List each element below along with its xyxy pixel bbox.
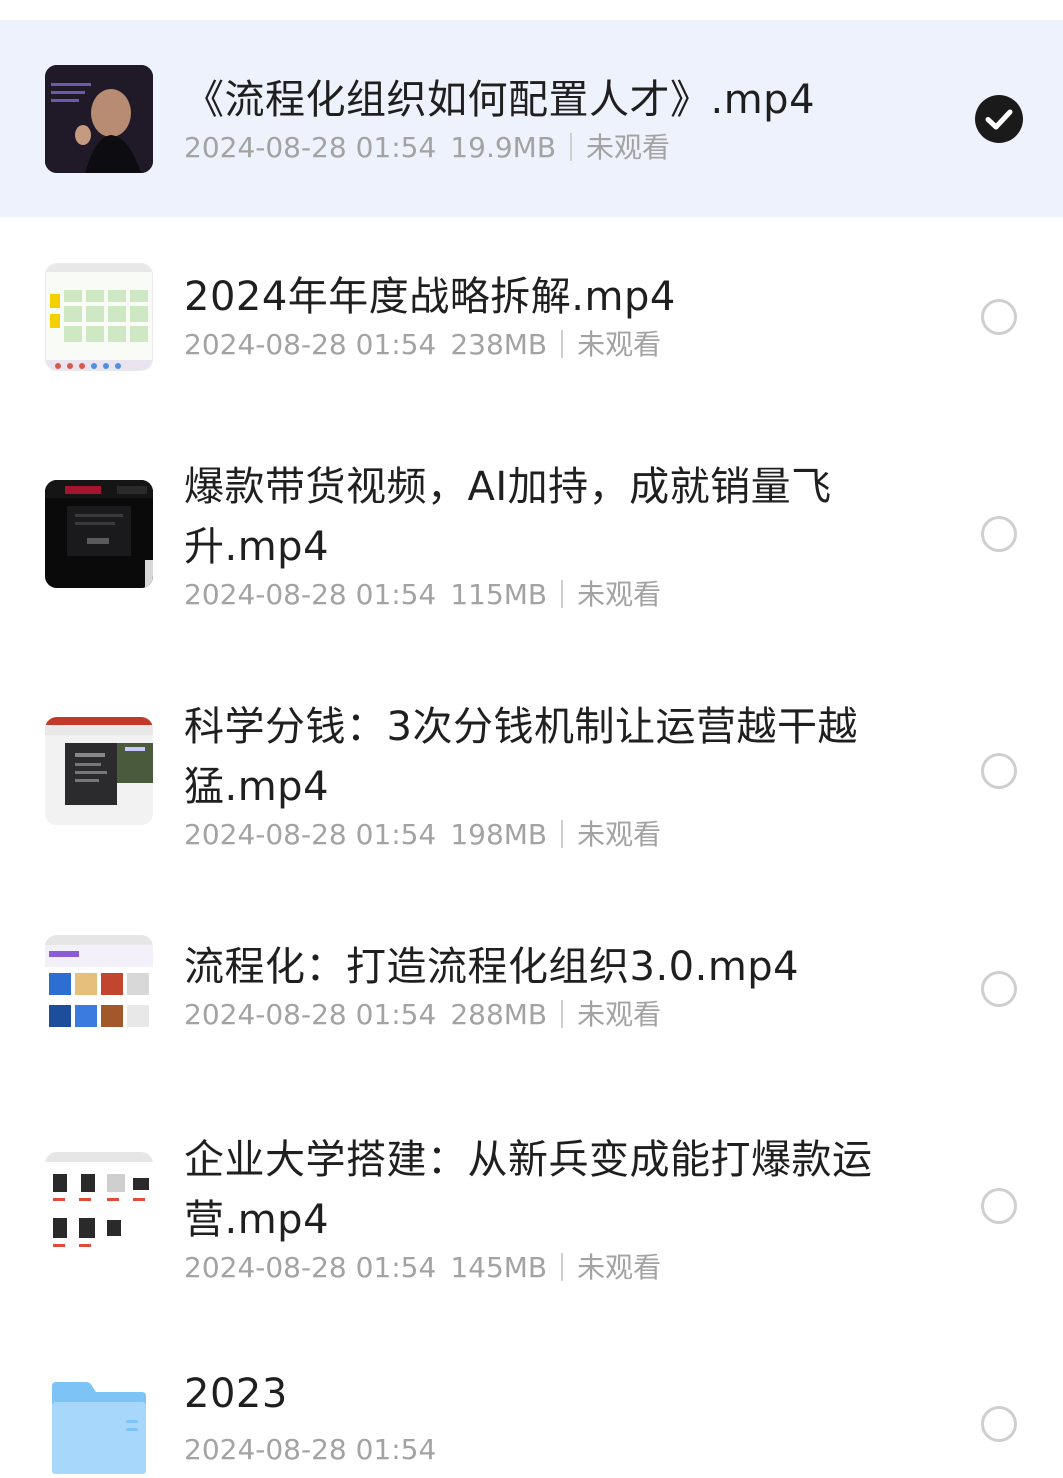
file-title: 企业大学搭建：从新兵变成能打爆款运营.mp4 bbox=[184, 1137, 873, 1243]
folder-row[interactable]: 2023 2024-08-28 01:54 bbox=[0, 1342, 1063, 1478]
file-date: 2024-08-28 01:54 bbox=[184, 998, 437, 1031]
video-thumbnail bbox=[45, 1152, 153, 1260]
watch-status: 未观看 bbox=[586, 131, 671, 164]
file-date: 2024-08-28 01:54 bbox=[184, 131, 437, 164]
meta-divider bbox=[561, 1000, 564, 1028]
file-row[interactable]: 科学分钱：3次分钱机制让运营越干越猛.mp4 2024-08-28 01:54 1… bbox=[0, 647, 1063, 887]
video-thumbnail bbox=[45, 480, 153, 588]
video-thumbnail bbox=[45, 935, 153, 1043]
video-thumbnail bbox=[45, 717, 153, 825]
watch-status: 未观看 bbox=[577, 328, 662, 361]
file-date: 2024-08-28 01:54 bbox=[184, 578, 437, 611]
file-row[interactable]: 流程化：打造流程化组织3.0.mp4 2024-08-28 01:54 288MB… bbox=[0, 887, 1063, 1092]
file-date: 2024-08-28 01:54 bbox=[184, 1251, 437, 1284]
empty-radio-icon[interactable] bbox=[981, 971, 1017, 1007]
video-thumbnail bbox=[45, 263, 153, 371]
meta-divider bbox=[561, 1253, 564, 1281]
file-title: 爆款带货视频，AI加持，成就销量飞升.mp4 bbox=[184, 464, 832, 570]
file-size: 115MB bbox=[450, 578, 548, 611]
check-circle-icon[interactable] bbox=[975, 95, 1023, 143]
meta-divider bbox=[561, 330, 564, 358]
file-size: 145MB bbox=[450, 1251, 548, 1284]
file-meta: 2024-08-28 01:54 145MB 未观看 bbox=[184, 1248, 874, 1288]
watch-status: 未观看 bbox=[577, 998, 662, 1031]
watch-status: 未观看 bbox=[577, 818, 662, 851]
empty-radio-icon[interactable] bbox=[981, 516, 1017, 552]
file-size: 288MB bbox=[450, 998, 548, 1031]
watch-status: 未观看 bbox=[577, 1251, 662, 1284]
empty-radio-icon[interactable] bbox=[981, 753, 1017, 789]
meta-divider bbox=[561, 580, 564, 608]
watch-status: 未观看 bbox=[577, 578, 662, 611]
meta-divider bbox=[570, 133, 573, 161]
file-row[interactable]: 企业大学搭建：从新兵变成能打爆款运营.mp4 2024-08-28 01:54 1… bbox=[0, 1092, 1063, 1342]
file-date: 2024-08-28 01:54 bbox=[184, 818, 437, 851]
file-meta: 2024-08-28 01:54 238MB 未观看 bbox=[184, 325, 874, 365]
file-list: 《流程化组织如何配置人才》.mp4 2024-08-28 01:54 19.9MB… bbox=[0, 0, 1063, 1478]
file-meta: 2024-08-28 01:54 19.9MB 未观看 bbox=[184, 128, 874, 168]
file-row[interactable]: 爆款带货视频，AI加持，成就销量飞升.mp4 2024-08-28 01:54 1… bbox=[0, 417, 1063, 647]
file-row[interactable]: 《流程化组织如何配置人才》.mp4 2024-08-28 01:54 19.9MB… bbox=[0, 20, 1063, 217]
file-meta: 2024-08-28 01:54 288MB 未观看 bbox=[184, 995, 874, 1035]
file-row[interactable]: 2024年年度战略拆解.mp4 2024-08-28 01:54 238MB 未观看 bbox=[0, 217, 1063, 417]
folder-date: 2024-08-28 01:54 bbox=[184, 1433, 437, 1466]
file-title: 科学分钱：3次分钱机制让运营越干越猛.mp4 bbox=[184, 704, 858, 810]
meta-divider bbox=[561, 820, 564, 848]
empty-radio-icon[interactable] bbox=[981, 299, 1017, 335]
file-meta: 2024-08-28 01:54 115MB 未观看 bbox=[184, 575, 874, 615]
file-size: 19.9MB bbox=[450, 131, 557, 164]
file-size: 238MB bbox=[450, 328, 548, 361]
file-title: 《流程化组织如何配置人才》.mp4 bbox=[184, 77, 816, 123]
file-title: 流程化：打造流程化组织3.0.mp4 bbox=[184, 944, 800, 990]
video-thumbnail bbox=[45, 65, 153, 173]
folder-title: 2023 bbox=[184, 1371, 288, 1417]
folder-meta: 2024-08-28 01:54 bbox=[184, 1430, 874, 1470]
file-title: 2024年年度战略拆解.mp4 bbox=[184, 274, 676, 320]
folder-icon bbox=[48, 1380, 150, 1476]
file-size: 198MB bbox=[450, 818, 548, 851]
file-meta: 2024-08-28 01:54 198MB 未观看 bbox=[184, 815, 874, 855]
empty-radio-icon[interactable] bbox=[981, 1406, 1017, 1442]
empty-radio-icon[interactable] bbox=[981, 1188, 1017, 1224]
file-date: 2024-08-28 01:54 bbox=[184, 328, 437, 361]
